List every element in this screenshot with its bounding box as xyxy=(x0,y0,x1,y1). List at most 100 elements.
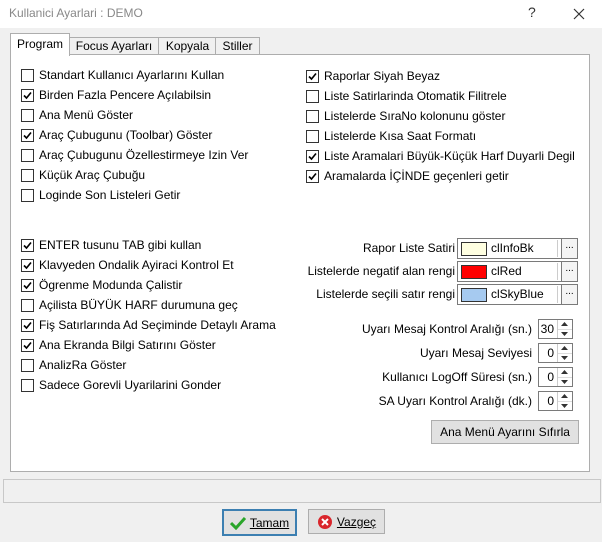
number-value: 30 xyxy=(540,322,554,336)
option-checkbox[interactable]: Liste Aramalari Büyük-Küçük Harf Duyarli… xyxy=(306,148,575,164)
spin-up-button[interactable] xyxy=(558,320,572,329)
tab-focus-ayarlari[interactable]: Focus Ayarları xyxy=(68,37,160,55)
spin-up-button[interactable] xyxy=(558,368,572,377)
checkbox-unchecked[interactable] xyxy=(21,188,34,202)
close-button[interactable] xyxy=(566,4,592,24)
option-checkbox[interactable]: Standart Kullanıcı Ayarlarını Kullan xyxy=(21,67,224,83)
option-label: Raporlar Siyah Beyaz xyxy=(324,69,441,83)
checkmark-icon xyxy=(308,172,317,180)
option-label: Listelerde SıraNo kolonunu göster xyxy=(324,109,506,123)
option-checkbox[interactable]: Araç Çubugunu (Toolbar) Göster xyxy=(21,127,212,143)
checkbox-unchecked[interactable] xyxy=(21,148,34,162)
option-label: Aramalarda İÇİNDE geçenleri getir xyxy=(324,169,509,183)
checkbox-unchecked[interactable] xyxy=(306,129,319,143)
tab-kopyala[interactable]: Kopyala xyxy=(158,37,217,55)
ok-button[interactable]: Tamam xyxy=(222,509,297,536)
checkbox-unchecked[interactable] xyxy=(21,108,34,122)
spin-down-button[interactable] xyxy=(558,377,572,387)
checkbox-checked[interactable] xyxy=(21,88,34,102)
option-checkbox[interactable]: Ana Ekranda Bilgi Satırını Göster xyxy=(21,337,216,353)
option-checkbox[interactable]: Küçük Araç Çubuğu xyxy=(21,167,145,183)
number-value: 0 xyxy=(547,346,554,360)
color-ellipsis-button[interactable]: ... xyxy=(561,261,578,282)
option-checkbox[interactable]: Loginde Son Listeleri Getir xyxy=(21,187,180,203)
number-spinner[interactable]: 0 xyxy=(538,391,573,411)
checkbox-checked[interactable] xyxy=(21,258,34,272)
spin-down-button[interactable] xyxy=(558,329,572,339)
spin-down-button[interactable] xyxy=(558,353,572,363)
checkbox-checked[interactable] xyxy=(306,149,319,163)
checkmark-icon xyxy=(23,321,32,329)
checkmark-icon xyxy=(308,72,317,80)
spin-up-button[interactable] xyxy=(558,392,572,401)
color-select-negatif[interactable]: clRed xyxy=(457,261,575,282)
window-title: Kullanici Ayarlari : DEMO xyxy=(9,6,143,20)
color-select-rapor[interactable]: clInfoBk xyxy=(457,238,575,259)
cancel-icon xyxy=(317,514,333,530)
chevron-down-icon xyxy=(561,380,568,384)
option-label: ENTER tusunu TAB gibi kullan xyxy=(39,238,202,252)
option-label: Listelerde Kısa Saat Formatı xyxy=(324,129,477,143)
tab-program[interactable]: Program xyxy=(10,33,70,56)
checkmark-icon xyxy=(23,261,32,269)
checkbox-unchecked[interactable] xyxy=(21,358,34,372)
option-checkbox[interactable]: Açilista BÜYÜK HARF durumuna geç xyxy=(21,297,238,313)
checkbox-unchecked[interactable] xyxy=(21,378,34,392)
option-checkbox[interactable]: Aramalarda İÇİNDE geçenleri getir xyxy=(306,168,509,184)
color-value: clSkyBlue xyxy=(491,287,544,301)
checkbox-unchecked[interactable] xyxy=(306,109,319,123)
option-checkbox[interactable]: Raporlar Siyah Beyaz xyxy=(306,68,440,84)
option-checkbox[interactable]: Ögrenme Modunda Çalistir xyxy=(21,277,182,293)
number-label: Uyarı Mesaj Seviyesi xyxy=(419,346,532,360)
checkbox-checked[interactable] xyxy=(306,69,319,83)
checkbox-unchecked[interactable] xyxy=(21,298,34,312)
status-bar xyxy=(3,479,601,503)
checkmark-icon xyxy=(229,516,246,530)
option-checkbox[interactable]: ENTER tusunu TAB gibi kullan xyxy=(21,237,201,253)
ok-label: Tamam xyxy=(249,515,290,530)
number-spinner[interactable]: 0 xyxy=(538,343,573,363)
option-checkbox[interactable]: Ana Menü Göster xyxy=(21,107,133,123)
option-checkbox[interactable]: Listelerde Kısa Saat Formatı xyxy=(306,128,476,144)
option-checkbox[interactable]: Klavyeden Ondalik Ayiraci Kontrol Et xyxy=(21,257,234,273)
option-label: Klavyeden Ondalik Ayiraci Kontrol Et xyxy=(39,258,234,272)
color-select-secili[interactable]: clSkyBlue xyxy=(457,284,575,305)
option-checkbox[interactable]: Listelerde SıraNo kolonunu göster xyxy=(306,108,505,124)
color-ellipsis-button[interactable]: ... xyxy=(561,284,578,305)
checkbox-unchecked[interactable] xyxy=(21,168,34,182)
checkbox-unchecked[interactable] xyxy=(21,68,34,82)
checkbox-checked[interactable] xyxy=(21,278,34,292)
number-label: SA Uyarı Kontrol Aralığı (dk.) xyxy=(378,394,532,408)
option-checkbox[interactable]: Sadece Gorevli Uyarilarini Gonder xyxy=(21,377,221,393)
number-spinner[interactable]: 0 xyxy=(538,367,573,387)
color-value: clRed xyxy=(491,264,522,278)
chevron-up-icon xyxy=(561,394,568,398)
close-icon xyxy=(573,8,585,20)
cancel-button[interactable]: Vazgeç xyxy=(308,509,385,534)
option-checkbox[interactable]: AnalizRa Göster xyxy=(21,357,126,373)
option-checkbox[interactable]: Birden Fazla Pencere Açılabilsin xyxy=(21,87,211,103)
tab-stiller[interactable]: Stiller xyxy=(215,37,260,55)
option-checkbox[interactable]: Fiş Satırlarında Ad Seçiminde Detaylı Ar… xyxy=(21,317,276,333)
color-ellipsis-button[interactable]: ... xyxy=(561,238,578,259)
reset-menu-button[interactable]: Ana Menü Ayarını Sıfırla xyxy=(431,420,579,444)
checkbox-checked[interactable] xyxy=(21,318,34,332)
chevron-up-icon xyxy=(561,370,568,374)
option-checkbox[interactable]: Araç Çubugunu Özellestirmeye Izin Ver xyxy=(21,147,248,163)
number-value: 0 xyxy=(547,370,554,384)
checkbox-checked[interactable] xyxy=(21,128,34,142)
help-button[interactable]: ? xyxy=(528,4,536,20)
spin-down-button[interactable] xyxy=(558,401,572,411)
checkbox-unchecked[interactable] xyxy=(306,89,319,103)
option-label: Fiş Satırlarında Ad Seçiminde Detaylı Ar… xyxy=(39,318,276,332)
color-label-negatif: Listelerde negatif alan rengi xyxy=(307,264,455,278)
option-checkbox[interactable]: Liste Satirlarinda Otomatik Filitrele xyxy=(306,88,507,104)
spin-up-button[interactable] xyxy=(558,344,572,353)
color-label-secili: Listelerde seçili satır rengi xyxy=(316,287,455,301)
number-spinner[interactable]: 30 xyxy=(538,319,573,339)
checkbox-checked[interactable] xyxy=(21,338,34,352)
checkbox-checked[interactable] xyxy=(21,238,34,252)
option-label: Araç Çubugunu (Toolbar) Göster xyxy=(39,128,213,142)
checkmark-icon xyxy=(23,131,32,139)
checkbox-checked[interactable] xyxy=(306,169,319,183)
